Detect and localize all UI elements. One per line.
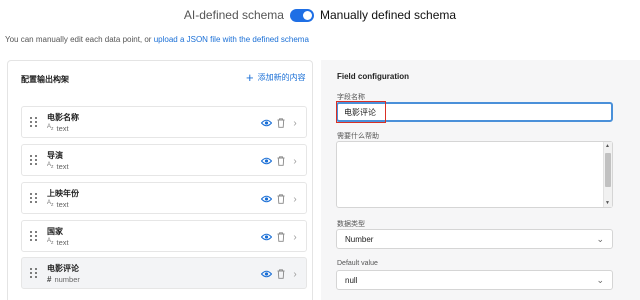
drag-handle-icon[interactable] (30, 231, 38, 243)
trash-icon[interactable] (275, 268, 287, 280)
field-type: Az text (47, 124, 69, 133)
field-configuration-panel: Field configuration 字段名称 电影评论 需要什么帮助 ▲ ▼… (321, 60, 640, 300)
trash-icon[interactable] (275, 117, 287, 129)
eye-icon[interactable] (260, 155, 272, 167)
eye-icon[interactable] (260, 268, 272, 280)
default-value-label: Default value (337, 260, 378, 267)
text-type-icon: Az (47, 200, 54, 209)
field-type: Az text (47, 162, 69, 171)
annotation-highlight-box (336, 101, 386, 123)
trash-icon[interactable] (275, 231, 287, 243)
trash-icon[interactable] (275, 155, 287, 167)
eye-icon[interactable] (260, 231, 272, 243)
output-schema-panel: 配置输出构架 + 添加新的内容 电影名称 Az text › 导演 Az text … (7, 60, 313, 300)
field-name: 电影名称 (47, 113, 79, 122)
drag-handle-icon[interactable] (30, 117, 38, 129)
text-type-icon: Az (47, 238, 54, 247)
chevron-down-icon: ⌄ (596, 233, 604, 244)
manual-schema-label[interactable]: Manually defined schema (320, 8, 456, 22)
toggle-switch-icon[interactable] (289, 8, 314, 22)
default-value-select[interactable]: null ⌄ (336, 270, 613, 290)
ai-schema-label[interactable]: AI-defined schema (184, 8, 284, 22)
panel-title: Field configuration (337, 72, 409, 81)
text-type-icon: Az (47, 162, 54, 171)
help-label: 需要什么帮助 (337, 133, 379, 140)
number-type-icon: # (47, 275, 52, 284)
scroll-thumb[interactable] (605, 153, 611, 187)
chevron-right-icon[interactable]: › (289, 155, 301, 167)
textarea-scrollbar[interactable]: ▲ ▼ (603, 142, 612, 207)
data-type-select[interactable]: Number ⌄ (336, 229, 613, 249)
panel-title: 配置输出构架 (21, 75, 69, 84)
scroll-up-icon[interactable]: ▲ (605, 143, 610, 149)
field-row[interactable]: 上映年份 Az text › (21, 182, 307, 214)
field-row[interactable]: 国家 Az text › (21, 220, 307, 252)
scroll-down-icon[interactable]: ▼ (605, 200, 610, 206)
chevron-right-icon[interactable]: › (289, 231, 301, 243)
chevron-down-icon: ⌄ (596, 274, 604, 285)
field-type: # number (47, 275, 80, 284)
chevron-right-icon[interactable]: › (289, 193, 301, 205)
eye-icon[interactable] (260, 193, 272, 205)
field-name: 上映年份 (47, 189, 79, 198)
field-row[interactable]: 电影名称 Az text › (21, 106, 307, 138)
field-row-selected[interactable]: 电影评论 # number › (21, 257, 307, 289)
schema-editor: AI-defined schema Manually defined schem… (0, 0, 640, 300)
add-field-button[interactable]: + 添加新的内容 (246, 69, 306, 85)
chevron-right-icon[interactable]: › (289, 117, 301, 129)
field-type: Az text (47, 200, 69, 209)
field-name: 国家 (47, 227, 63, 236)
plus-icon: + (246, 69, 254, 85)
drag-handle-icon[interactable] (30, 193, 38, 205)
intro-text: You can manually edit each data point, o… (5, 35, 309, 44)
text-type-icon: Az (47, 124, 54, 133)
field-type: Az text (47, 238, 69, 247)
field-name: 电影评论 (47, 264, 79, 273)
help-textarea[interactable]: ▲ ▼ (336, 141, 613, 208)
field-row[interactable]: 导演 Az text › (21, 144, 307, 176)
data-type-label: 数据类型 (337, 221, 365, 228)
drag-handle-icon[interactable] (30, 268, 38, 280)
schema-mode-switch: AI-defined schema Manually defined schem… (0, 6, 640, 24)
trash-icon[interactable] (275, 193, 287, 205)
field-name: 导演 (47, 151, 63, 160)
chevron-right-icon[interactable]: › (289, 268, 301, 280)
eye-icon[interactable] (260, 117, 272, 129)
drag-handle-icon[interactable] (30, 155, 38, 167)
upload-json-link[interactable]: upload a JSON file with the defined sche… (154, 35, 309, 44)
